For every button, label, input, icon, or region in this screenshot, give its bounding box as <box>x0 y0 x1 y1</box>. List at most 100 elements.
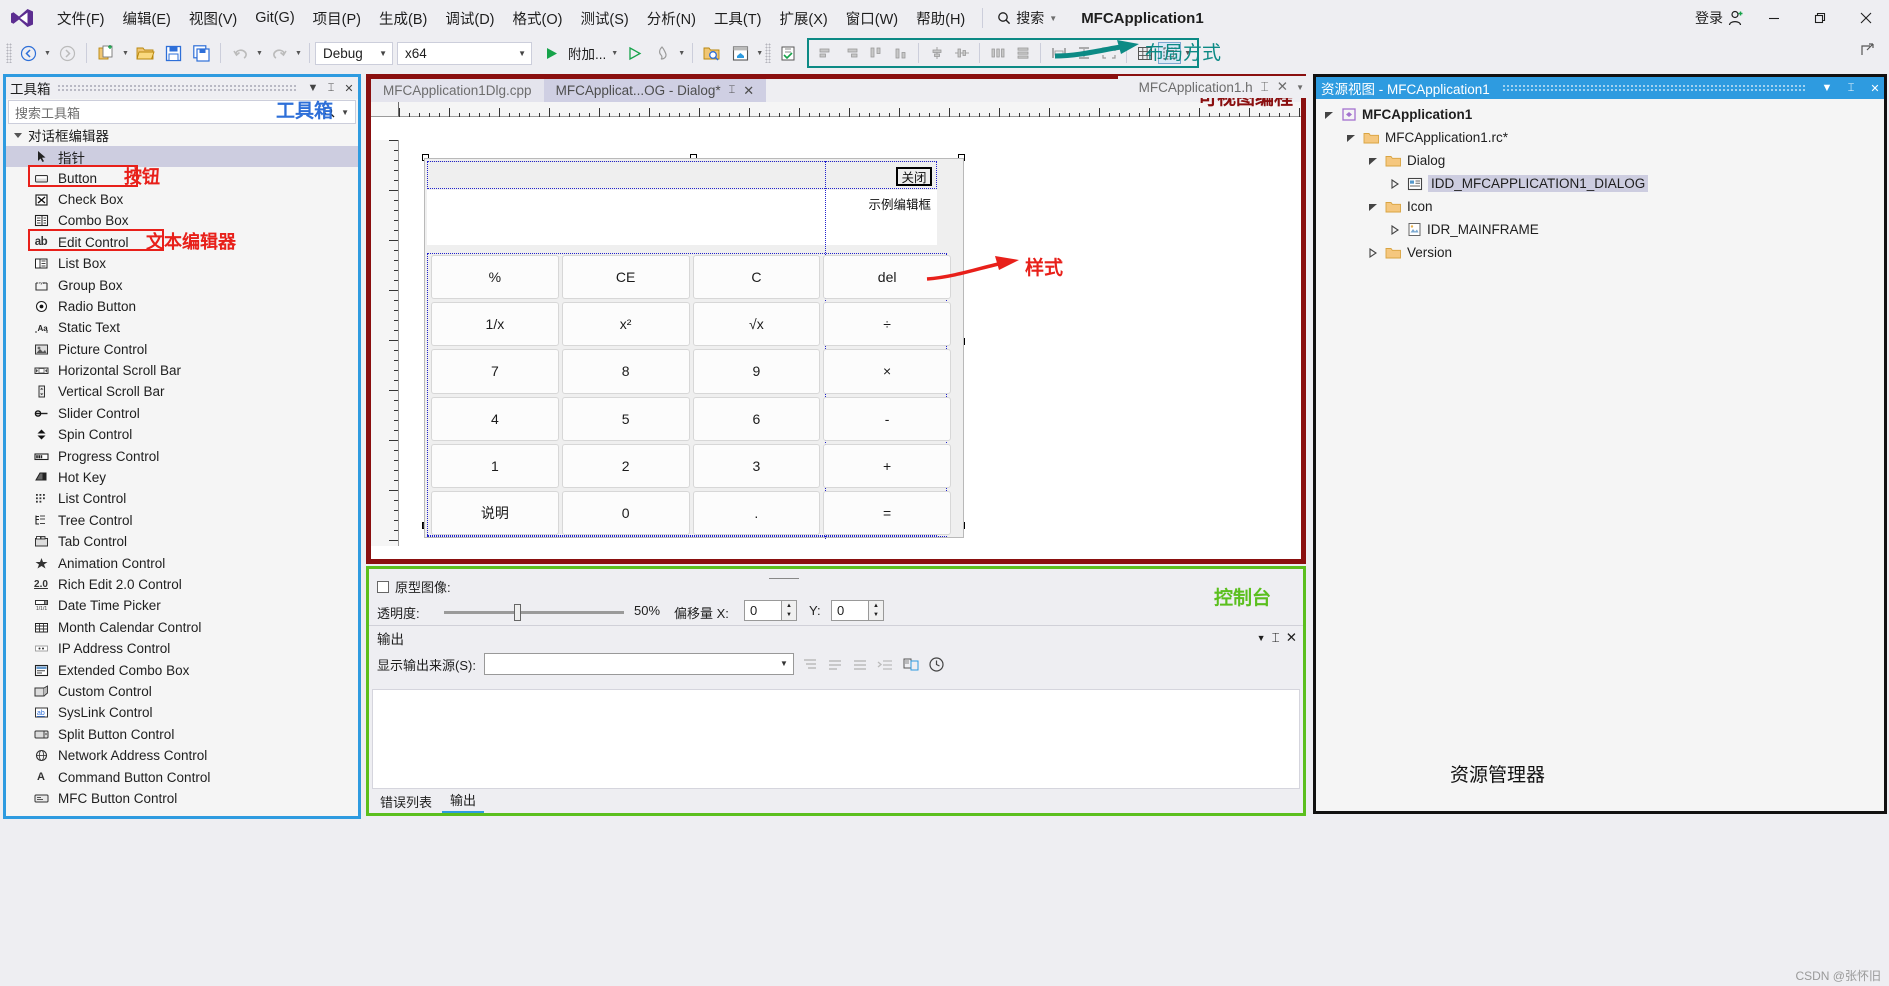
dialog-close-button[interactable]: 关闭 <box>896 167 932 186</box>
toolbox-item-network-address-control[interactable]: Network Address Control <box>6 745 358 766</box>
resource-tree-item-dialog[interactable]: Dialog <box>1316 149 1884 172</box>
align-right-icon[interactable] <box>839 42 862 64</box>
resource-view-drag-dots[interactable] <box>1501 84 1806 92</box>
toolbox-item-check-box[interactable]: Check Box <box>6 189 358 210</box>
offset-y-stepper[interactable]: ▲ ▼ <box>868 601 883 620</box>
test-explorer-icon[interactable] <box>774 41 800 65</box>
menu-item-extensions[interactable]: 扩展(X) <box>770 4 836 33</box>
output-source-combo[interactable]: ▼ <box>483 653 794 675</box>
chevron-down-icon[interactable]: ▼ <box>1049 14 1057 23</box>
calc-button[interactable]: CE <box>561 255 690 300</box>
clock-icon[interactable] <box>928 656 945 673</box>
new-project-icon[interactable] <box>93 41 119 65</box>
tab-dialog-designer[interactable]: MFCApplicat...OG - Dialog* ⌶ ✕ <box>543 79 767 102</box>
toolbox-item-progress-control[interactable]: Progress Control <box>6 445 358 466</box>
menu-item-project[interactable]: 项目(P) <box>304 4 370 33</box>
offset-x-stepper[interactable]: ▲ ▼ <box>781 601 796 620</box>
calc-button[interactable]: 0 <box>561 490 690 535</box>
tab-output[interactable]: 输出 <box>442 788 485 813</box>
toolbox-item-extended-combo-box[interactable]: Extended Combo Box <box>6 659 358 680</box>
menu-item-help[interactable]: 帮助(H) <box>907 4 974 33</box>
toolbox-item-command-button-control[interactable]: A Command Button Control <box>6 766 358 787</box>
close-icon[interactable]: ✕ <box>1286 630 1303 646</box>
indent-icon[interactable] <box>877 657 894 672</box>
menu-item-test[interactable]: 测试(S) <box>571 4 637 33</box>
save-icon[interactable] <box>160 41 186 65</box>
toolbox-item-tab-control[interactable]: Tab Control <box>6 531 358 552</box>
calc-button[interactable]: C <box>692 255 821 300</box>
close-icon[interactable]: ✕ <box>743 83 754 99</box>
toolbox-item-hot-key[interactable]: Hot Key <box>6 467 358 488</box>
calc-button[interactable]: 1 <box>431 443 559 488</box>
tab-error-list[interactable]: 错误列表 <box>372 790 440 813</box>
start-debug-icon[interactable] <box>538 41 564 65</box>
toolbox-item-button[interactable]: Button <box>6 167 358 188</box>
calc-button[interactable]: % <box>431 255 559 300</box>
resource-tree-item-version[interactable]: Version <box>1316 241 1884 264</box>
dialog-design-surface[interactable]: 关闭 示例编辑框 % CE Cdel 1/x x² √x ÷ 7 8 9 × 4 5 6-1 2 3 + 说明 0.… <box>400 140 1301 546</box>
calc-button[interactable]: 说明 <box>431 490 559 535</box>
calc-button[interactable]: ÷ <box>823 302 951 347</box>
calc-button[interactable]: 1/x <box>431 302 559 347</box>
chevron-down-icon[interactable]: ▼ <box>304 82 322 94</box>
calc-button[interactable]: - <box>823 396 951 441</box>
slider-thumb[interactable] <box>514 604 521 621</box>
resource-tree-item-mfcapplication1[interactable]: MFCApplication1 <box>1316 103 1884 126</box>
calc-button[interactable]: = <box>823 490 951 535</box>
navigate-forward-icon[interactable] <box>54 41 80 65</box>
toolbox-item-radio-button[interactable]: Radio Button <box>6 296 358 317</box>
save-all-icon[interactable] <box>188 41 214 65</box>
toolbox-item-list-control[interactable]: List Control <box>6 488 358 509</box>
configuration-combo[interactable]: Debug ▼ <box>315 41 393 65</box>
pin-icon[interactable]: ⌶ <box>1261 79 1269 95</box>
toolbox-item-month-calendar-control[interactable]: Month Calendar Control <box>6 617 358 638</box>
align-top-icon[interactable] <box>864 42 887 64</box>
align-left-icon[interactable] <box>814 42 837 64</box>
undo-icon[interactable] <box>227 41 253 65</box>
toolbox-item-rich-edit-2-0-control[interactable]: 2.0 Rich Edit 2.0 Control <box>6 574 358 595</box>
toolbox-group-dialog-editor[interactable]: 对话框编辑器 <box>6 124 358 146</box>
pin-icon[interactable]: ⌶ <box>322 82 340 95</box>
menu-item-file[interactable]: 文件(F) <box>48 4 114 33</box>
toolbox-item-syslink-control[interactable]: ab SysLink Control <box>6 702 358 723</box>
toolbox-item-ip-address-control[interactable]: IP Address Control <box>6 638 358 659</box>
prototype-path-input[interactable] <box>769 578 799 579</box>
minimize-button[interactable] <box>1751 3 1797 33</box>
toolbox-item-slider-control[interactable]: Slider Control <box>6 403 358 424</box>
chevron-down-icon[interactable] <box>1368 202 1380 212</box>
prototype-image-checkbox[interactable] <box>377 580 389 593</box>
toolbox-item-custom-control[interactable]: Custom Control <box>6 681 358 702</box>
calc-button[interactable]: 9 <box>692 349 821 394</box>
solution-explorer-dropdown-icon[interactable]: ▼ <box>754 41 765 65</box>
toolbar-grip-2[interactable] <box>765 43 772 63</box>
calc-button[interactable]: 7 <box>431 349 559 394</box>
center-horizontal-icon[interactable] <box>925 42 948 64</box>
calc-button[interactable]: . <box>692 490 821 535</box>
menu-item-debug[interactable]: 调试(D) <box>436 4 503 33</box>
chevron-down-icon[interactable] <box>1368 156 1380 166</box>
undo-dropdown-icon[interactable]: ▼ <box>254 41 265 65</box>
calc-button[interactable]: 5 <box>561 396 690 441</box>
chevron-right-icon[interactable] <box>1390 178 1402 189</box>
navigate-back-icon[interactable] <box>15 41 41 65</box>
toolbox-item-split-button-control[interactable]: Split Button Control <box>6 724 358 745</box>
attach-dropdown-icon[interactable]: ▼ <box>609 41 620 65</box>
find-message-icon[interactable] <box>802 657 819 672</box>
toolbox-drag-dots[interactable] <box>56 84 298 92</box>
toggle-word-wrap-icon[interactable] <box>852 657 869 672</box>
calc-button[interactable]: 2 <box>561 443 690 488</box>
dialog-preview-frame[interactable]: 关闭 示例编辑框 % CE Cdel 1/x x² √x ÷ 7 8 9 × 4 5 6-1 2 3 + 说明 0.… <box>424 158 964 539</box>
share-icon[interactable] <box>1859 41 1879 61</box>
pin-icon[interactable]: ⌶ <box>1272 630 1280 646</box>
close-icon[interactable]: ✕ <box>340 82 358 95</box>
menu-item-git[interactable]: Git(G) <box>246 6 303 30</box>
resource-tree-item-icon[interactable]: Icon <box>1316 195 1884 218</box>
menu-item-analyze[interactable]: 分析(N) <box>638 4 705 33</box>
go-to-message-icon[interactable] <box>902 656 920 672</box>
resource-tree-item-mfcapplication1-rc[interactable]: MFCApplication1.rc* <box>1316 126 1884 149</box>
pin-icon[interactable]: ⌶ <box>729 84 736 97</box>
close-button[interactable] <box>1843 3 1889 33</box>
resource-tree-item-idr-mainframe[interactable]: IDR_MAINFRAME <box>1316 218 1884 241</box>
resource-tree-item-idd-mfcapplication1-dialog[interactable]: IDD_MFCAPPLICATION1_DIALOG <box>1316 172 1884 195</box>
chevron-right-icon[interactable] <box>1368 247 1380 258</box>
